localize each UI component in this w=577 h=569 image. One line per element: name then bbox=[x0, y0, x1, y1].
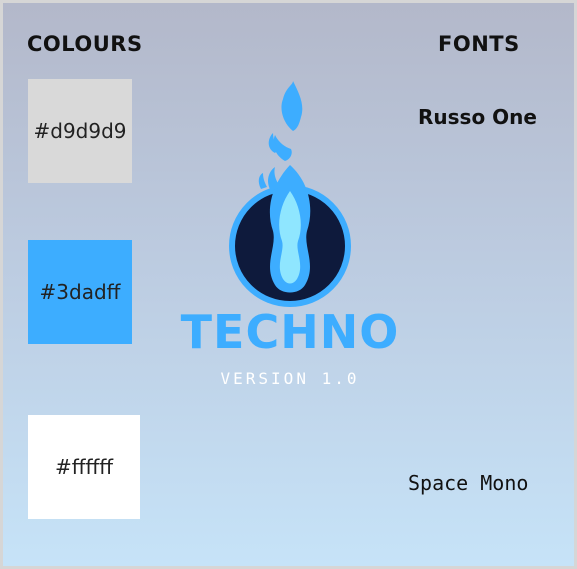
flame-lick-left bbox=[268, 167, 281, 191]
style-guide-board: COLOURS FONTS #d9d9d9 #3dadff #ffffff Ru… bbox=[0, 0, 577, 569]
flame-lick-small bbox=[258, 173, 267, 189]
flame-wisp-top bbox=[281, 81, 303, 131]
flame-icon bbox=[229, 81, 351, 307]
logo-version-label: VERSION 1.0 bbox=[220, 369, 360, 388]
logo-wordmark: TECHNO bbox=[180, 305, 400, 359]
